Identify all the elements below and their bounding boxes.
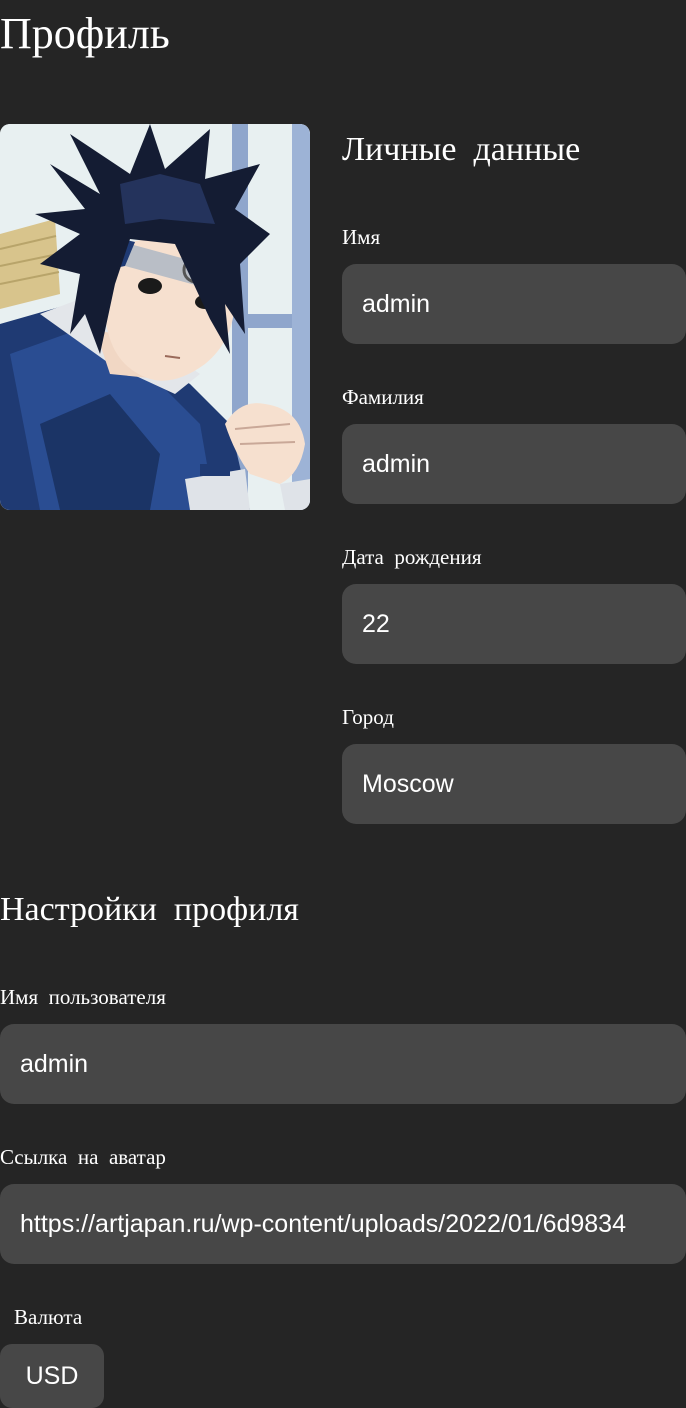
personal-data-title: Личные данные <box>342 131 581 168</box>
avatar-illustration <box>0 124 310 510</box>
birth-date-label: Дата рождения <box>342 545 482 569</box>
avatar-image <box>0 124 310 510</box>
city-input[interactable] <box>342 744 686 824</box>
last-name-input[interactable] <box>342 424 686 504</box>
avatar-link-input[interactable] <box>0 1184 686 1264</box>
username-input[interactable] <box>0 1024 686 1104</box>
currency-label: Валюта <box>14 1305 83 1329</box>
city-label: Город <box>342 705 394 729</box>
currency-select-button[interactable]: USD <box>0 1344 104 1408</box>
avatar-link-label: Ссылка на аватар <box>0 1145 166 1169</box>
profile-settings-title: Настройки профиля <box>0 891 299 928</box>
page-title: Профиль <box>0 9 170 58</box>
first-name-label: Имя <box>342 225 381 249</box>
username-label: Имя пользователя <box>0 985 166 1009</box>
birth-date-input[interactable] <box>342 584 686 664</box>
last-name-label: Фамилия <box>342 385 424 409</box>
first-name-input[interactable] <box>342 264 686 344</box>
